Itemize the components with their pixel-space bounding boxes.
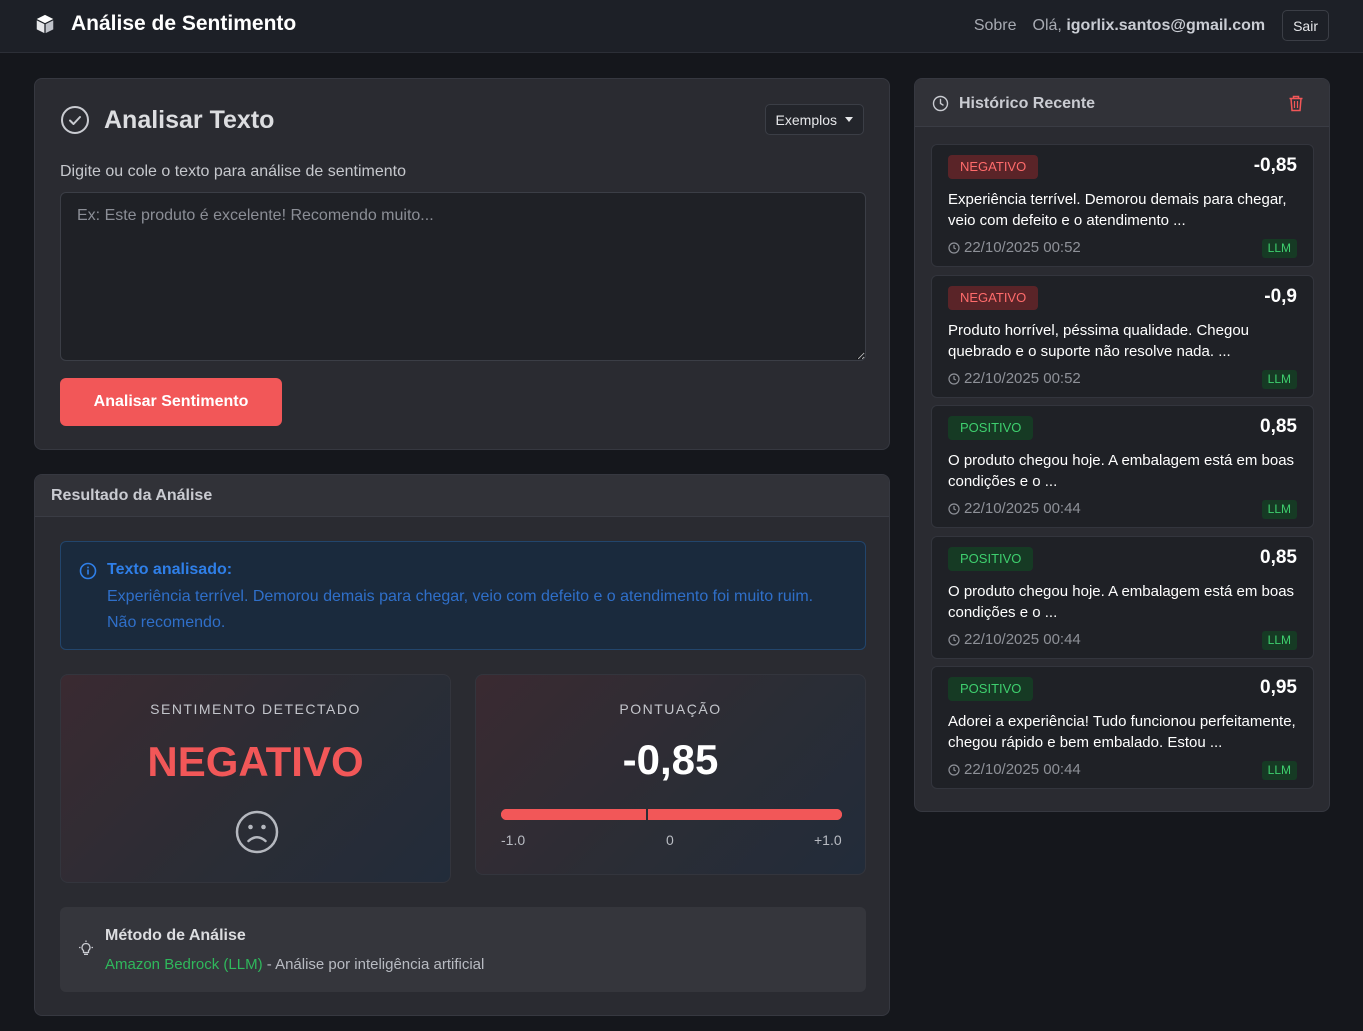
sentiment-badge: NEGATIVO [948, 155, 1039, 179]
clock-icon [948, 372, 960, 385]
sentiment-value: NEGATIVO [147, 738, 364, 785]
greeting-text: Olá, [1032, 16, 1062, 34]
history-item-score: 0,85 [1260, 416, 1297, 437]
sentiment-badge: POSITIVO [948, 677, 1034, 701]
history-item-score: -0,85 [1253, 155, 1297, 176]
sentiment-badge: POSITIVO [948, 547, 1034, 571]
method-badge: LLM [1261, 239, 1297, 258]
history-item-text: O produto chegou hoje. A embalagem está … [948, 452, 1295, 490]
top-navbar: Análise de Sentimento Sobre Olá, igorlix… [0, 0, 1363, 53]
chevron-down-icon [845, 117, 853, 122]
history-item-date: 22/10/2025 00:52 [948, 370, 1081, 387]
analyze-sentiment-button[interactable]: Analisar Sentimento [60, 378, 282, 426]
cube-icon [36, 14, 54, 34]
sentiment-box: SENTIMENTO DETECTADO NEGATIVO [60, 674, 451, 883]
brand[interactable]: Análise de Sentimento [34, 12, 296, 36]
sentiment-badge: POSITIVO [948, 416, 1034, 440]
history-item-date: 22/10/2025 00:44 [948, 761, 1081, 778]
score-scale-bar [501, 809, 842, 820]
history-item-date-text: 22/10/2025 00:52 [964, 239, 1081, 256]
history-item-date-text: 22/10/2025 00:52 [964, 370, 1081, 387]
scale-mid-label: 0 [666, 832, 674, 848]
history-title: Histórico Recente [959, 95, 1096, 112]
method-badge: LLM [1261, 761, 1297, 780]
method-title: Método de Análise [105, 927, 246, 944]
history-item-score: 0,95 [1260, 677, 1297, 698]
result-header: Resultado da Análise [35, 475, 889, 517]
history-item-text: Experiência terrível. Demorou demais par… [948, 191, 1287, 229]
clock-icon [948, 633, 960, 646]
examples-label: Exemplos [775, 111, 837, 128]
sentiment-label: SENTIMENTO DETECTADO [150, 701, 361, 717]
logout-button[interactable]: Sair [1282, 10, 1329, 41]
text-input-label: Digite ou cole o texto para análise de s… [60, 163, 406, 180]
result-card: Resultado da Análise Texto analisado: Ex… [34, 474, 890, 1016]
analyzed-text-alert: Texto analisado: Experiência terrível. D… [60, 541, 866, 650]
clock-icon [948, 763, 960, 776]
history-item-score: 0,85 [1260, 547, 1297, 568]
history-item[interactable]: POSITIVO 0,95 Adorei a experiência! Tudo f… [931, 666, 1314, 789]
user-greeting: Olá, igorlix.santos@gmail.com [1033, 17, 1266, 35]
history-item-date-text: 22/10/2025 00:44 [964, 500, 1081, 517]
history-item[interactable]: NEGATIVO -0,85 Experiência terrível. Demor… [931, 144, 1314, 267]
check-circle-icon [61, 106, 89, 134]
score-label: PONTUAÇÃO [619, 701, 722, 717]
history-item-text: Produto horrível, péssima qualidade. Che… [948, 322, 1250, 360]
score-scale-midpoint [646, 805, 648, 824]
score-scale-fill [501, 809, 842, 820]
trash-icon[interactable] [1288, 95, 1304, 112]
sentiment-badge: NEGATIVO [948, 286, 1039, 310]
score-value: -0,85 [622, 736, 719, 783]
history-item-score: -0,9 [1264, 286, 1297, 307]
scale-max-label: +1.0 [814, 832, 842, 848]
method-badge: LLM [1261, 631, 1297, 650]
history-card: Histórico Recente NEGATIVO -0,85 Experiênc… [914, 78, 1330, 812]
method-badge: LLM [1261, 370, 1297, 389]
analyze-card: Analisar Texto Exemplos Digite ou cole o… [34, 78, 890, 450]
history-item-date-text: 22/10/2025 00:44 [964, 761, 1081, 778]
analyzed-text: Experiência terrível. Demorou demais par… [107, 588, 814, 631]
method-badge: LLM [1261, 500, 1297, 519]
nav-link-about[interactable]: Sobre [974, 17, 1017, 35]
clock-icon [948, 241, 960, 254]
history-item[interactable]: POSITIVO 0,85 O produto chegou hoje. A emb… [931, 536, 1314, 659]
brand-title: Análise de Sentimento [71, 12, 297, 35]
method-detail: - Análise por inteligência artificial [262, 956, 485, 973]
method-name: Amazon Bedrock (LLM) [105, 956, 263, 973]
analyzed-text-label: Texto analisado: [107, 561, 233, 578]
history-item-date: 22/10/2025 00:44 [948, 631, 1081, 648]
clock-icon [932, 95, 949, 112]
score-box: PONTUAÇÃO -0,85 -1.0 0 +1.0 [475, 674, 866, 875]
history-item-date: 22/10/2025 00:52 [948, 239, 1081, 256]
user-email: igorlix.santos@gmail.com [1066, 16, 1266, 34]
lightbulb-icon [79, 940, 93, 955]
history-item[interactable]: NEGATIVO -0,9 Produto horrível, péssima qu… [931, 275, 1314, 398]
info-circle-icon [79, 562, 97, 580]
history-item[interactable]: POSITIVO 0,85 O produto chegou hoje. A emb… [931, 405, 1314, 528]
sentiment-text-input[interactable] [60, 192, 866, 361]
method-description: Amazon Bedrock (LLM) - Análise por intel… [105, 956, 484, 973]
analysis-method-box: Método de Análise Amazon Bedrock (LLM) -… [60, 907, 866, 992]
history-item-text: O produto chegou hoje. A embalagem está … [948, 583, 1295, 621]
history-item-text: Adorei a experiência! Tudo funcionou per… [948, 713, 1296, 751]
history-item-date-text: 22/10/2025 00:44 [964, 631, 1081, 648]
history-header: Histórico Recente [915, 79, 1329, 127]
analyze-title: Analisar Texto [104, 105, 275, 134]
history-item-date: 22/10/2025 00:44 [948, 500, 1081, 517]
sad-face-icon [235, 810, 279, 854]
scale-min-label: -1.0 [501, 832, 526, 848]
clock-icon [948, 502, 960, 515]
examples-dropdown-button[interactable]: Exemplos [764, 104, 864, 135]
